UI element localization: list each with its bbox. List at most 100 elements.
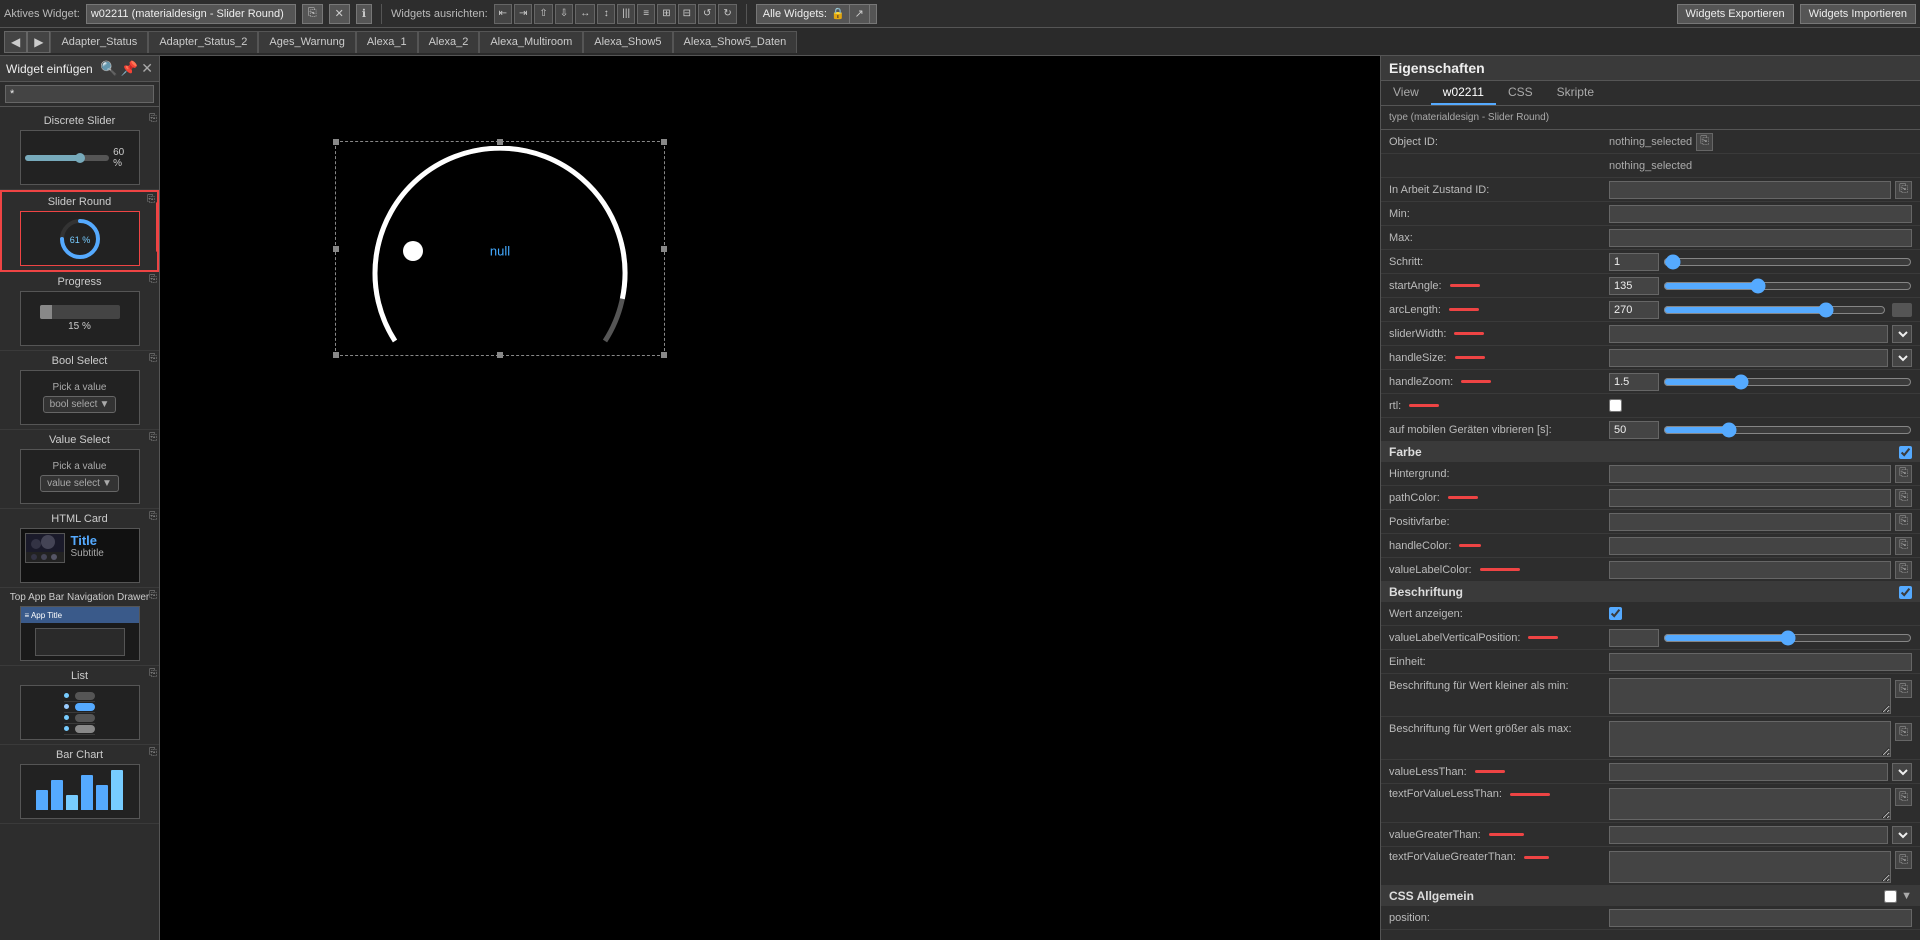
beschr-kleiner-textarea[interactable] (1609, 678, 1891, 714)
beschr-groesser-copy[interactable]: ⎘ (1895, 723, 1912, 741)
alle-widgets-open-btn[interactable]: ↗ (849, 4, 870, 24)
tab-nav-back[interactable]: ◀ (4, 31, 27, 53)
widget-list[interactable]: List ⎘ (0, 666, 159, 745)
start-angle-slider[interactable] (1663, 279, 1912, 293)
tab-nav-fwd[interactable]: ▶ (27, 31, 50, 53)
text-for-less-copy[interactable]: ⎘ (1895, 788, 1912, 806)
wert-anzeigen-checkbox[interactable] (1609, 607, 1622, 620)
handle-color-copy[interactable]: ⎘ (1895, 537, 1912, 555)
beschr-kleiner-copy[interactable]: ⎘ (1895, 680, 1912, 698)
farbe-section-toggle[interactable] (1899, 446, 1912, 459)
rotate-ccw-btn[interactable]: ↻ (718, 4, 736, 24)
align-btn-9[interactable]: ⊞ (657, 4, 675, 24)
tab-ages-warnung[interactable]: Ages_Warnung (258, 31, 355, 53)
list-copy[interactable]: ⎘ (149, 668, 157, 679)
widget-bar-chart[interactable]: Bar Chart ⎘ (0, 745, 159, 824)
frame-handle-ml[interactable] (333, 246, 339, 252)
props-tab-widget[interactable]: w02211 (1431, 81, 1496, 105)
value-greater-than-select[interactable]: ▼ (1892, 826, 1912, 844)
widget-topappbar[interactable]: Top App Bar Navigation Drawer ≡ App Titl… (0, 588, 159, 666)
widget-html-card[interactable]: HTML Card (0, 509, 159, 588)
einheit-input[interactable] (1609, 653, 1912, 671)
html-card-copy[interactable]: ⎘ (149, 511, 157, 522)
export-btn[interactable]: Widgets Exportieren (1677, 4, 1794, 24)
handle-color-input[interactable] (1609, 537, 1891, 555)
align-top-btn[interactable]: ⇧ (534, 4, 552, 24)
align-vcenter-btn[interactable]: ↕ (597, 4, 615, 24)
position-input[interactable] (1609, 909, 1912, 927)
path-color-input[interactable] (1609, 489, 1891, 507)
align-hcenter-btn[interactable]: ↔ (575, 4, 595, 24)
positivfarbe-input[interactable] (1609, 513, 1891, 531)
tab-alexa-multiroom[interactable]: Alexa_Multiroom (479, 31, 583, 53)
min-input[interactable] (1609, 205, 1912, 223)
canvas-area[interactable]: null (160, 56, 1380, 940)
rtl-checkbox[interactable] (1609, 399, 1622, 412)
rotate-cw-btn[interactable]: ↺ (698, 4, 716, 24)
align-right-btn[interactable]: ⇥ (514, 4, 532, 24)
value-less-than-select[interactable]: ▼ (1892, 763, 1912, 781)
canvas-round-slider-widget[interactable]: null (340, 146, 660, 356)
props-tab-skripte[interactable]: Skripte (1545, 81, 1606, 105)
arc-length-input[interactable] (1609, 301, 1659, 319)
value-greater-than-input[interactable] (1609, 826, 1888, 844)
vibrate-input[interactable] (1609, 421, 1659, 439)
widget-discrete-slider[interactable]: Discrete Slider 60 % ⎘ (0, 111, 159, 190)
positivfarbe-copy[interactable]: ⎘ (1895, 513, 1912, 531)
in-arbeit-input[interactable] (1609, 181, 1891, 199)
handle-zoom-input[interactable] (1609, 373, 1659, 391)
hintergrund-input[interactable] (1609, 465, 1891, 483)
text-for-greater-copy[interactable]: ⎘ (1895, 851, 1912, 869)
topappbar-copy[interactable]: ⎘ (149, 590, 157, 601)
handle-size-input[interactable] (1609, 349, 1888, 367)
tab-adapter-status[interactable]: Adapter_Status (50, 31, 148, 53)
tab-alexa-show5[interactable]: Alexa_Show5 (583, 31, 672, 53)
align-left-btn[interactable]: ⇤ (494, 4, 512, 24)
value-label-color-copy[interactable]: ⎘ (1895, 561, 1912, 579)
tab-alexa-2[interactable]: Alexa_2 (418, 31, 480, 53)
widget-progress[interactable]: Progress 15 % ⎘ (0, 272, 159, 351)
slider-width-select[interactable]: ▼ (1892, 325, 1912, 343)
widget-slider-round[interactable]: Slider Round 61 % ⎘ (0, 190, 159, 272)
bool-select-copy[interactable]: ⎘ (149, 353, 157, 364)
arc-length-slider[interactable] (1663, 303, 1886, 317)
align-btn-10[interactable]: ⊟ (678, 4, 696, 24)
discrete-slider-copy[interactable]: ⎘ (149, 113, 157, 124)
widget-copy-btn[interactable]: ⎘ (302, 4, 323, 24)
sidebar-close-btn[interactable]: ✕ (141, 60, 153, 77)
tab-alexa-show5-daten[interactable]: Alexa_Show5_Daten (673, 31, 798, 53)
progress-copy[interactable]: ⎘ (149, 274, 157, 285)
handle-size-select[interactable]: ▼ (1892, 349, 1912, 367)
max-input[interactable] (1609, 229, 1912, 247)
distribute-h-btn[interactable]: ||| (617, 4, 635, 24)
widget-delete-btn[interactable]: ✕ (329, 4, 350, 24)
widget-bool-select[interactable]: Bool Select Pick a value bool select ▼ ⎘ (0, 351, 159, 430)
frame-handle-tc[interactable] (497, 139, 503, 145)
distribute-v-btn[interactable]: ≡ (637, 4, 655, 24)
widget-dropdown[interactable] (86, 4, 296, 24)
frame-handle-tl[interactable] (333, 139, 339, 145)
sidebar-pin-icon[interactable]: 📌 (121, 60, 138, 77)
widget-info-btn[interactable]: ℹ (356, 4, 372, 24)
align-bottom-btn[interactable]: ⇩ (555, 4, 573, 24)
frame-handle-bl[interactable] (333, 352, 339, 358)
beschr-groesser-textarea[interactable] (1609, 721, 1891, 757)
handle-zoom-slider[interactable] (1663, 375, 1912, 389)
path-color-copy[interactable]: ⎘ (1895, 489, 1912, 507)
slider-round-copy[interactable]: ⎘ (147, 194, 155, 205)
beschriftung-section-toggle[interactable] (1899, 586, 1912, 599)
value-label-vpos-input[interactable] (1609, 629, 1659, 647)
frame-handle-mr[interactable] (661, 246, 667, 252)
import-btn[interactable]: Widgets Importieren (1800, 4, 1916, 24)
in-arbeit-copy-btn[interactable]: ⎘ (1895, 181, 1912, 199)
frame-handle-tr[interactable] (661, 139, 667, 145)
css-section-toggle[interactable] (1884, 890, 1897, 903)
frame-handle-br[interactable] (661, 352, 667, 358)
value-label-color-input[interactable] (1609, 561, 1891, 579)
text-for-less-textarea[interactable] (1609, 788, 1891, 820)
sidebar-search-input[interactable] (5, 85, 154, 103)
vibrate-slider[interactable] (1663, 423, 1912, 437)
schritt-slider[interactable] (1663, 255, 1912, 269)
object-id-copy-btn[interactable]: ⎘ (1696, 133, 1713, 151)
widget-value-select[interactable]: Value Select Pick a value value select ▼… (0, 430, 159, 509)
